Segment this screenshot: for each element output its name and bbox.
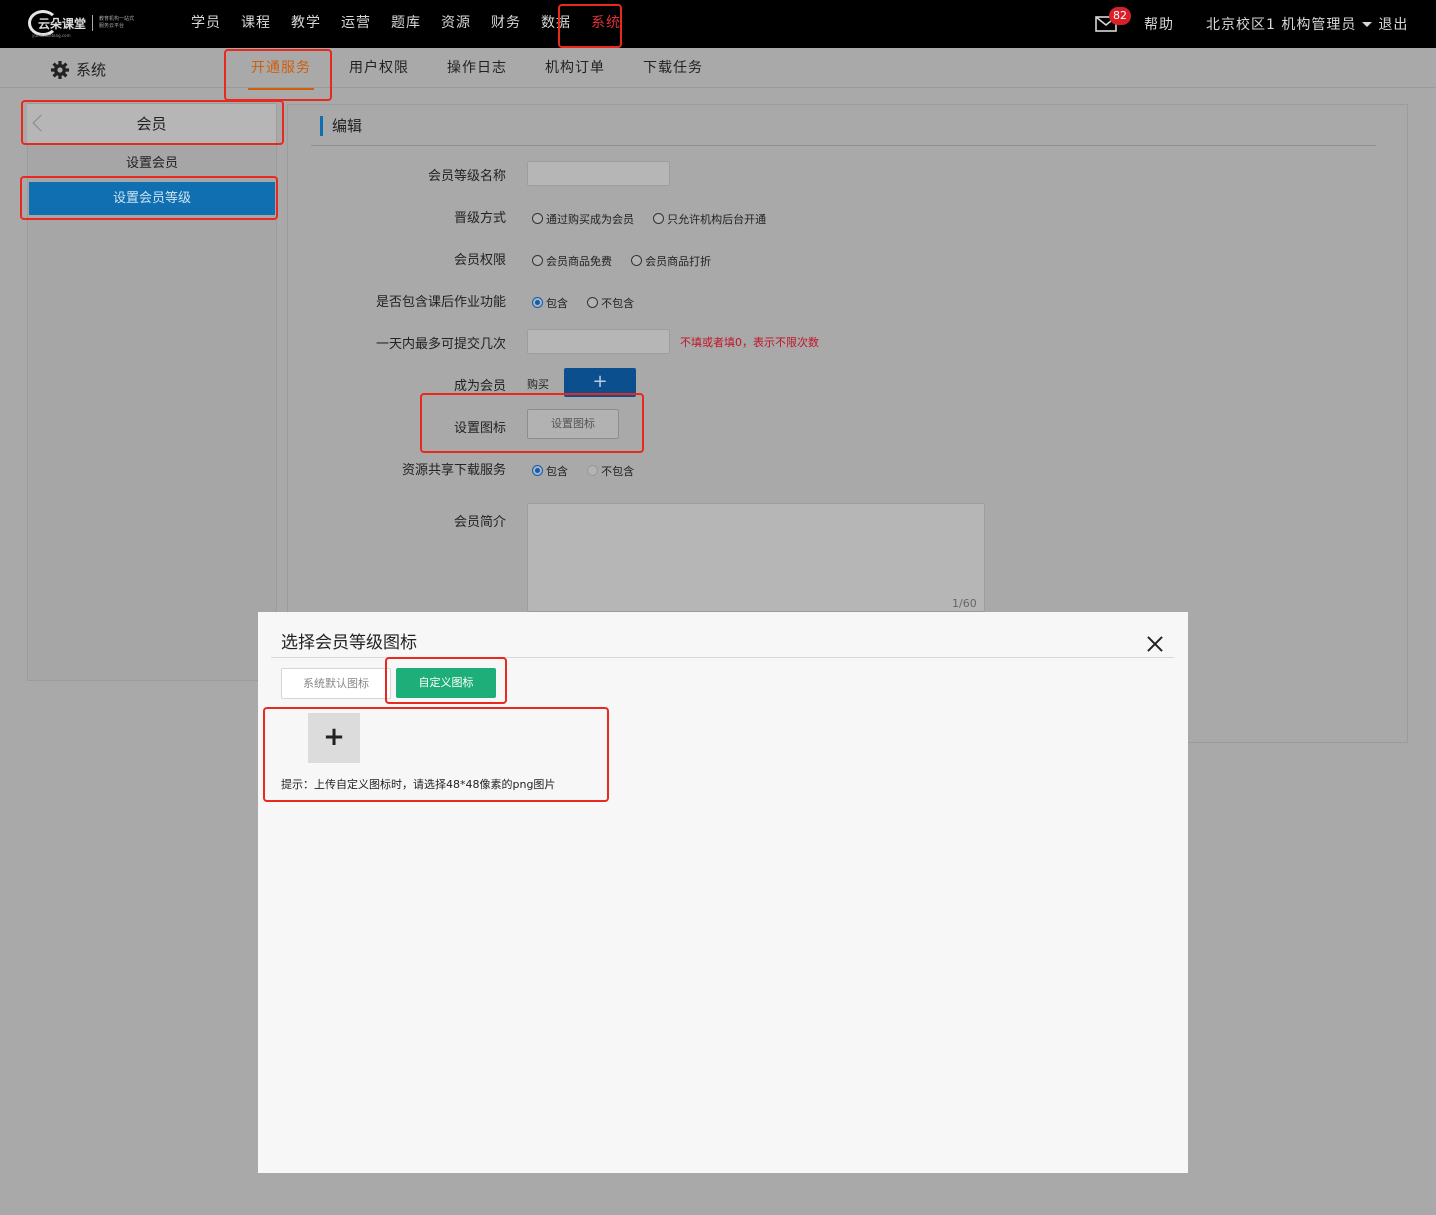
title-divider <box>311 145 1376 146</box>
sidebar-header[interactable]: 会员 <box>27 104 276 144</box>
become-member-buy: 购买 <box>527 378 549 391</box>
logout-link[interactable]: 退出 <box>1378 14 1408 34</box>
homework-group: 包含 不包含 <box>532 293 648 312</box>
nav-item-resources[interactable]: 资源 <box>431 0 481 48</box>
daily-submit-input[interactable] <box>527 329 670 354</box>
logo-separator <box>92 15 94 31</box>
close-icon[interactable] <box>1143 632 1167 656</box>
nav-item-courses[interactable]: 课程 <box>231 0 281 48</box>
radio-icon[interactable] <box>631 255 643 266</box>
add-purchase-button[interactable]: + <box>564 368 636 397</box>
sidebar-item-set-member[interactable]: 设置会员 <box>27 150 277 178</box>
radio-icon[interactable] <box>532 255 543 266</box>
member-rights-group: 会员商品免费 会员商品打折 <box>532 251 725 270</box>
tab-open-service[interactable]: 开通服务 <box>232 48 330 90</box>
tab-org-orders[interactable]: 机构订单 <box>526 48 624 88</box>
homework-option-include[interactable]: 包含 <box>532 295 568 311</box>
nav-item-students[interactable]: 学员 <box>181 0 231 48</box>
rights-option-free[interactable]: 会员商品免费 <box>532 253 612 269</box>
section-title-label: 系统 <box>76 61 107 79</box>
user-menu[interactable]: 北京校区1 机构管理员 退出 <box>1206 14 1408 34</box>
main-nav: 学员 课程 教学 运营 题库 资源 财务 数据 系统 <box>181 0 631 48</box>
nav-item-teaching[interactable]: 教学 <box>281 0 331 48</box>
set-icon-button[interactable]: 设置图标 <box>527 409 619 439</box>
rights-option-discount[interactable]: 会员商品打折 <box>631 253 711 269</box>
level-name-input[interactable] <box>527 161 670 186</box>
upload-icon-button[interactable]: + <box>308 713 360 763</box>
radio-label: 包含 <box>546 464 568 478</box>
logo-tagline: 教育机构一站式服务云平台 <box>99 16 135 29</box>
share-option-exclude[interactable]: 不包含 <box>587 463 634 479</box>
radio-checked-icon[interactable] <box>532 297 543 308</box>
level-name-label: 会员等级名称 <box>427 169 506 184</box>
help-link[interactable]: 帮助 <box>1144 14 1174 34</box>
radio-label: 通过购买成为会员 <box>546 212 634 226</box>
nav-item-data[interactable]: 数据 <box>531 0 581 48</box>
chevron-down-icon[interactable] <box>1362 21 1373 27</box>
logo-url: yunduoketang.com <box>32 33 71 38</box>
tab-operation-log[interactable]: 操作日志 <box>428 48 526 88</box>
resource-share-label: 资源共享下载服务 <box>401 463 506 478</box>
nav-item-question-bank[interactable]: 题库 <box>381 0 431 48</box>
radio-checked-icon[interactable] <box>532 465 543 476</box>
member-intro-textarea[interactable] <box>527 503 985 612</box>
upgrade-method-label: 晋级方式 <box>453 211 506 226</box>
radio-label: 不包含 <box>601 464 635 478</box>
tab-download-tasks[interactable]: 下载任务 <box>624 48 722 88</box>
upgrade-option-admin-only[interactable]: 只允许机构后台开通 <box>653 211 766 227</box>
homework-option-exclude[interactable]: 不包含 <box>587 295 634 311</box>
homework-label: 是否包含课后作业功能 <box>375 295 506 310</box>
nav-item-system[interactable]: 系统 <box>581 0 631 48</box>
radio-label: 只允许机构后台开通 <box>667 212 767 226</box>
radio-label: 包含 <box>546 296 568 310</box>
nav-item-finance[interactable]: 财务 <box>481 0 531 48</box>
modal-title: 选择会员等级图标 <box>281 633 417 653</box>
radio-icon[interactable] <box>653 213 665 224</box>
section-title: 系统 <box>50 59 106 80</box>
upgrade-method-group: 通过购买成为会员 只允许机构后台开通 <box>532 209 780 228</box>
intro-char-counter: 1/60 <box>952 597 977 610</box>
gear-icon <box>51 60 69 79</box>
chevron-left-icon[interactable] <box>32 114 50 132</box>
set-icon-label: 设置图标 <box>453 421 506 436</box>
tab-custom-icons[interactable]: 自定义图标 <box>396 668 496 698</box>
user-name[interactable]: 北京校区1 机构管理员 <box>1206 14 1356 34</box>
radio-label: 会员商品打折 <box>645 254 712 268</box>
share-option-include[interactable]: 包含 <box>532 463 568 479</box>
member-intro-label: 会员简介 <box>453 515 506 530</box>
radio-icon[interactable] <box>532 213 543 224</box>
modal-divider <box>271 657 1174 658</box>
mail-count-badge: 82 <box>1109 7 1131 25</box>
tab-default-icons[interactable]: 系统默认图标 <box>281 668 391 699</box>
resource-share-group: 包含 不包含 <box>532 461 648 480</box>
radio-label: 不包含 <box>601 296 635 310</box>
page-title: 编辑 <box>320 116 362 136</box>
nav-item-operations[interactable]: 运营 <box>331 0 381 48</box>
radio-label: 会员商品免费 <box>546 254 612 268</box>
sub-tabs: 开通服务 用户权限 操作日志 机构订单 下载任务 <box>232 48 722 90</box>
sidebar-header-label: 会员 <box>136 115 167 133</box>
tab-user-permissions[interactable]: 用户权限 <box>330 48 428 88</box>
sidebar-item-set-member-level[interactable]: 设置会员等级 <box>29 182 275 215</box>
become-member-label: 成为会员 <box>453 379 506 394</box>
daily-submit-label: 一天内最多可提交几次 <box>375 337 506 352</box>
member-rights-label: 会员权限 <box>453 253 506 268</box>
upload-hint: 提示：上传自定义图标时，请选择48*48像素的png图片 <box>281 778 556 791</box>
upgrade-option-purchase[interactable]: 通过购买成为会员 <box>532 211 634 227</box>
radio-icon[interactable] <box>587 465 599 476</box>
daily-submit-hint: 不填或者填0，表示不限次数 <box>680 336 819 349</box>
logo[interactable]: 云朵课堂 教育机构一站式服务云平台 yunduoketang.com <box>28 7 140 39</box>
radio-icon[interactable] <box>587 297 599 308</box>
